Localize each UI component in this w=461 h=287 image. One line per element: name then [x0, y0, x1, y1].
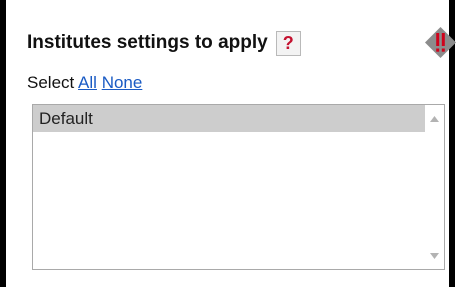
scroll-up-arrow-icon[interactable] [425, 109, 444, 128]
warning-diamond-icon [425, 27, 456, 58]
select-all-link[interactable]: All [78, 73, 97, 92]
institutes-settings-panel: Institutes settings to apply ? Select Al… [0, 0, 456, 287]
warning-diamond-shape [425, 27, 456, 58]
warning-mark-left [436, 33, 440, 46]
scroll-up-triangle [430, 115, 439, 122]
listbox-scrollbar[interactable] [425, 105, 444, 269]
warning-mark-right [441, 33, 445, 46]
select-links-row: Select All None [27, 72, 142, 94]
institutes-listbox[interactable]: Default [32, 104, 445, 270]
warning-dot-left [436, 48, 440, 52]
help-button[interactable]: ? [275, 30, 301, 56]
section-heading: Institutes settings to apply [27, 32, 268, 53]
scroll-down-triangle [430, 252, 439, 259]
listbox-options: Default [33, 105, 425, 269]
warning-dot-right [441, 48, 445, 52]
select-none-link[interactable]: None [102, 73, 143, 92]
listbox-option-default[interactable]: Default [33, 105, 425, 132]
section-header: Institutes settings to apply ? [27, 28, 301, 58]
scroll-down-arrow-icon[interactable] [425, 246, 444, 265]
select-prefix: Select [27, 73, 75, 92]
